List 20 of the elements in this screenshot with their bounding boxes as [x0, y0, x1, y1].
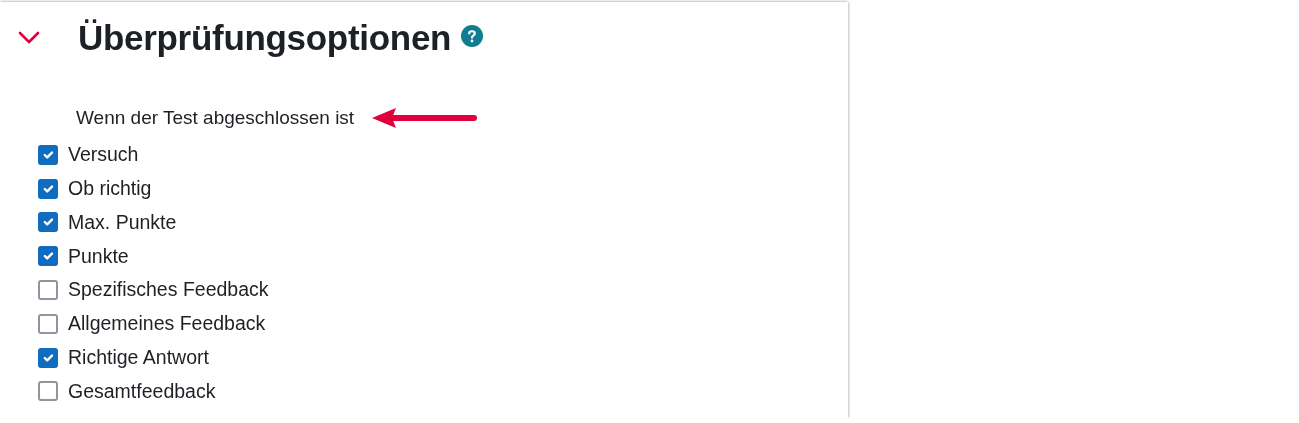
- checkbox[interactable]: [38, 212, 58, 233]
- checkbox[interactable]: [38, 313, 58, 334]
- checkbox-label: Spezifisches Feedback: [68, 277, 269, 303]
- checkbox[interactable]: [38, 246, 58, 267]
- checkbox-label: Ob richtig: [68, 176, 152, 202]
- checkbox-label: Richtige Antwort: [68, 345, 209, 371]
- checkbox[interactable]: [38, 280, 58, 301]
- help-icon[interactable]: [461, 25, 484, 47]
- checkbox-label: Versuch: [68, 142, 139, 168]
- checkbox-label: Max. Punkte: [68, 209, 177, 235]
- section-title: Überprüfungsoptionen: [78, 17, 452, 59]
- checkbox-label: Allgemeines Feedback: [68, 311, 266, 337]
- checkbox-label: Punkte: [68, 243, 129, 269]
- checkbox-label: Gesamtfeedback: [68, 378, 216, 404]
- chevron-icon[interactable]: [18, 31, 40, 45]
- checkbox[interactable]: [38, 381, 58, 402]
- checkbox[interactable]: [38, 178, 58, 199]
- checkbox[interactable]: [38, 144, 58, 165]
- subheading: Wenn der Test abgeschlossen ist: [76, 105, 355, 130]
- checkbox[interactable]: [38, 347, 58, 368]
